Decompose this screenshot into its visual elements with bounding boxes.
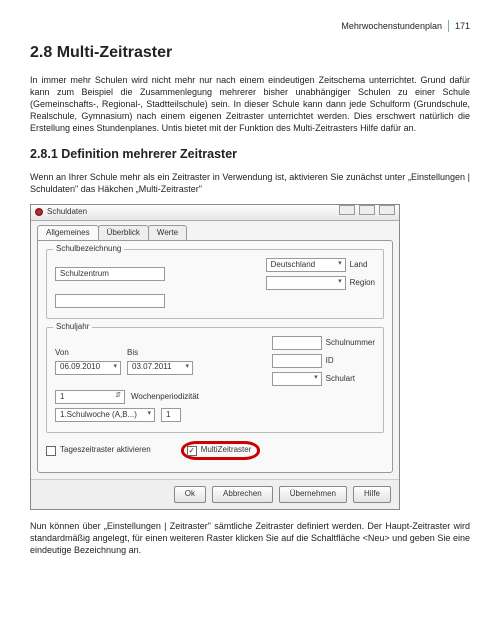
cancel-button[interactable]: Abbrechen <box>212 486 273 503</box>
schoolname-field[interactable]: Schulzentrum <box>55 267 165 281</box>
schoolname2-field[interactable] <box>55 294 165 308</box>
window-controls <box>337 205 395 219</box>
apply-button[interactable]: Übernehmen <box>279 486 347 503</box>
bis-date[interactable]: 03.07.2011 <box>127 361 193 375</box>
app-icon <box>35 208 43 216</box>
titlebar: Schuldaten <box>31 205 399 221</box>
multiraster-label: MultiZeitraster <box>201 445 252 456</box>
button-bar: Ok Abbrechen Übernehmen Hilfe <box>31 479 399 509</box>
tab-panel: Schulbezeichnung Schulzentrum Deutschlan… <box>37 240 393 473</box>
paragraph-3: Nun können über „Einstellungen | Zeitras… <box>30 520 470 556</box>
bis-label: Bis <box>127 348 193 359</box>
running-head: Mehrwochenstundenplan <box>341 20 442 32</box>
close-button[interactable] <box>379 205 395 215</box>
heading-1: 2.8 Multi-Zeitraster <box>30 42 470 64</box>
region-select[interactable] <box>266 276 346 290</box>
tab-werte[interactable]: Werte <box>148 225 187 241</box>
page-header: Mehrwochenstundenplan 171 <box>30 20 470 32</box>
dialog-title: Schuldaten <box>47 207 87 218</box>
von-date[interactable]: 06.09.2010 <box>55 361 121 375</box>
group-schuljahr: Schuljahr Von 06.09.2010 Bis 03.07.2011 … <box>46 327 384 433</box>
group-legend-schulbez: Schulbezeichnung <box>53 244 124 255</box>
weeka-value[interactable]: 1 <box>161 408 181 422</box>
tab-ueberblick[interactable]: Überblick <box>98 225 149 241</box>
weeka-select[interactable]: 1.Schulwoche (A,B...) <box>55 408 155 422</box>
weekperiod-label: Wochenperiodizität <box>131 392 199 403</box>
dayraster-option[interactable]: Tageszeitraster aktivieren <box>46 445 151 456</box>
heading-2: 2.8.1 Definition mehrerer Zeitraster <box>30 146 470 163</box>
dayraster-checkbox[interactable] <box>46 446 56 456</box>
help-button[interactable]: Hilfe <box>353 486 391 503</box>
maximize-button[interactable] <box>359 205 375 215</box>
dayraster-label: Tageszeitraster aktivieren <box>60 445 151 456</box>
schulnummer-field[interactable] <box>272 336 322 350</box>
country-select[interactable]: Deutschland <box>266 258 346 272</box>
schulart-label: Schulart <box>326 374 355 385</box>
schulnummer-label: Schulnummer <box>326 338 375 349</box>
header-divider <box>448 20 449 32</box>
schulart-select[interactable] <box>272 372 322 386</box>
schuldaten-dialog: Schuldaten Allgemeines Überblick Werte S… <box>30 204 400 510</box>
multiraster-checkbox[interactable]: ✓ <box>187 446 197 456</box>
weekperiod-spin[interactable]: 1 <box>55 390 125 404</box>
paragraph-2: Wenn an Ihrer Schule mehr als ein Zeitra… <box>30 171 470 195</box>
id-field[interactable] <box>272 354 322 368</box>
page-number: 171 <box>455 20 470 32</box>
tab-bar: Allgemeines Überblick Werte <box>31 221 399 241</box>
ok-button[interactable]: Ok <box>174 486 206 503</box>
region-label: Region <box>350 278 375 289</box>
group-schulbezeichnung: Schulbezeichnung Schulzentrum Deutschlan… <box>46 249 384 319</box>
von-label: Von <box>55 348 121 359</box>
id-label: ID <box>326 356 334 367</box>
tab-allgemeines[interactable]: Allgemeines <box>37 225 99 241</box>
paragraph-1: In immer mehr Schulen wird nicht mehr nu… <box>30 74 470 135</box>
minimize-button[interactable] <box>339 205 355 215</box>
multiraster-highlight: ✓ MultiZeitraster <box>181 441 261 460</box>
country-label: Land <box>350 260 368 271</box>
group-legend-schuljahr: Schuljahr <box>53 322 92 333</box>
